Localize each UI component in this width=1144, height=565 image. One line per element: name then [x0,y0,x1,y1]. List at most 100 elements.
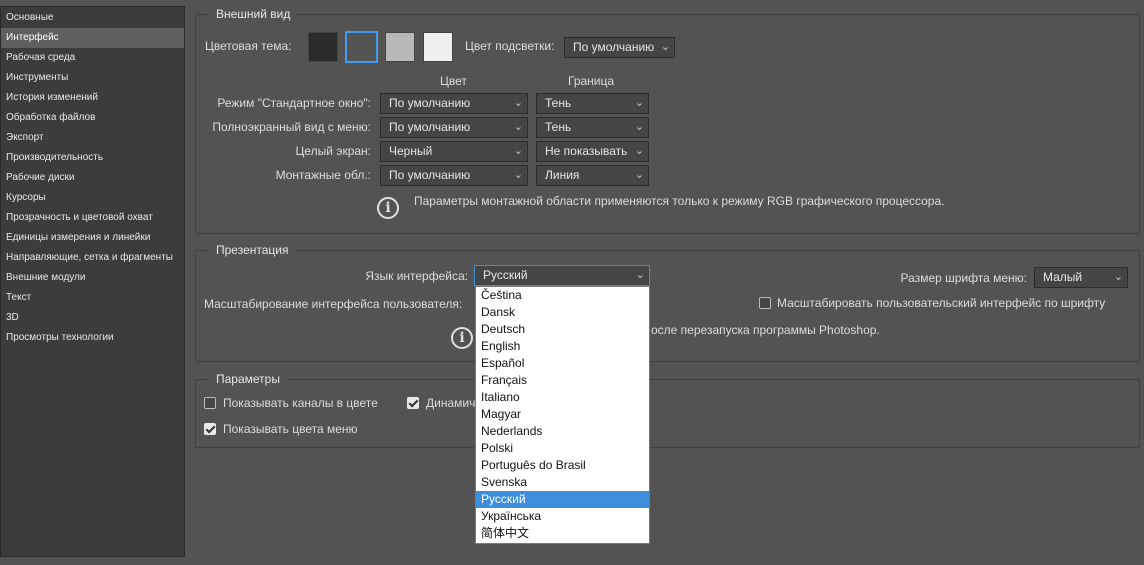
appearance-title: Внешний вид [210,6,297,22]
interface-language-label: Язык интерфейса: [365,269,468,283]
chevron-down-icon: ⌄ [635,269,645,281]
chevron-down-icon: ⌄ [1113,271,1123,283]
chevron-down-icon: ⌄ [513,169,523,181]
chevron-down-icon: ⌄ [513,97,523,109]
menu-font-size-value: Малый [1043,270,1083,284]
appearance-row-label: Полноэкранный вид с меню: [212,120,371,134]
highlight-color-value: По умолчанию [573,40,655,54]
sidebar-item[interactable]: Текст [1,288,184,308]
appearance-row-label: Монтажные обл.: [275,168,371,182]
show-menu-colors-label: Показывать цвета меню [223,422,358,436]
column-header-border: Граница [568,74,615,88]
language-dropdown-list: Čeština Dansk Deutsch English Español Françai… [475,286,650,544]
appearance-border-select[interactable]: Не показывать ⌄ [536,141,649,162]
sidebar-item[interactable]: Основные [1,8,184,28]
options-group: Параметры [195,371,1140,448]
menu-font-size-label: Размер шрифта меню: [900,271,1027,285]
color-theme-label: Цветовая тема: [205,39,292,53]
language-option[interactable]: Italiano [476,389,649,406]
show-menu-colors-checkbox[interactable] [204,423,216,435]
column-header-color: Цвет [440,74,467,88]
language-option[interactable]: English [476,338,649,355]
dynamic-checkbox[interactable] [407,397,419,409]
language-option[interactable]: Русский [476,491,649,508]
chevron-down-icon: ⌄ [634,145,644,157]
chevron-down-icon: ⌄ [513,145,523,157]
language-option[interactable]: Svenska [476,474,649,491]
appearance-color-select-value: По умолчанию [389,168,471,182]
appearance-border-select-value: Линия [545,168,580,182]
ui-scaling-label: Масштабирование интерфейса пользователя: [204,297,463,311]
show-channels-in-color-checkbox[interactable] [204,397,216,409]
language-option[interactable]: Polski [476,440,649,457]
sidebar-item[interactable]: Рабочая среда [1,48,184,68]
sidebar-item[interactable]: Внешние модули [1,268,184,288]
color-theme-swatch[interactable] [385,32,415,62]
appearance-color-select-value: По умолчанию [389,120,471,134]
interface-language-select[interactable]: Русский ⌄ [474,265,650,286]
options-title: Параметры [210,371,286,387]
restart-info-text: осле перезапуска программы Photoshop. [651,323,880,337]
sidebar-item[interactable]: Единицы измерения и линейки [1,228,184,248]
show-channels-in-color-label: Показывать каналы в цвете [223,396,378,410]
sidebar-item[interactable]: Прозрачность и цветовой охват [1,208,184,228]
chevron-down-icon: ⌄ [513,121,523,133]
sidebar-item[interactable]: История изменений [1,88,184,108]
appearance-color-select-value: По умолчанию [389,96,471,110]
interface-language-value: Русский [483,268,528,282]
chevron-down-icon: ⌄ [634,97,644,109]
appearance-color-select-value: Черный [389,144,433,158]
highlight-color-label: Цвет подсветки: [465,39,555,53]
scale-ui-by-font-label: Масштабировать пользовательский интерфей… [777,296,1106,310]
language-option[interactable]: Deutsch [476,321,649,338]
appearance-border-select[interactable]: Тень ⌄ [536,117,649,138]
sidebar-item[interactable]: Просмотры технологии [1,328,184,348]
info-icon: i [451,327,473,349]
appearance-border-select-value: Не показывать [545,144,628,158]
appearance-border-select[interactable]: Линия ⌄ [536,165,649,186]
sidebar-item[interactable]: Интерфейс [1,28,184,48]
menu-font-size-select[interactable]: Малый ⌄ [1034,267,1128,288]
appearance-border-select-value: Тень [545,120,572,134]
appearance-color-select[interactable]: По умолчанию ⌄ [380,117,528,138]
preferences-sidebar: Основные Интерфейс Рабочая среда Инструмент… [0,6,185,557]
appearance-color-select[interactable]: По умолчанию ⌄ [380,165,528,186]
appearance-color-select[interactable]: Черный ⌄ [380,141,528,162]
language-option[interactable]: 简体中文 [476,525,649,542]
language-option[interactable]: Magyar [476,406,649,423]
language-option[interactable]: Українська [476,508,649,525]
sidebar-item[interactable]: Рабочие диски [1,168,184,188]
appearance-border-select-value: Тень [545,96,572,110]
language-option[interactable]: Dansk [476,304,649,321]
artboard-info-text: Параметры монтажной области применяются … [414,194,945,208]
appearance-row-label: Режим "Стандартное окно": [217,96,371,110]
sidebar-item[interactable]: 3D [1,308,184,328]
sidebar-item[interactable]: Производительность [1,148,184,168]
checkmark-icon [408,397,419,408]
language-option[interactable]: Español [476,355,649,372]
language-option[interactable]: Português do Brasil [476,457,649,474]
color-theme-swatch[interactable] [345,31,378,63]
chevron-down-icon: ⌄ [634,121,644,133]
chevron-down-icon: ⌄ [634,169,644,181]
info-icon: i [377,197,399,219]
sidebar-item[interactable]: Экспорт [1,128,184,148]
highlight-color-select[interactable]: По умолчанию ⌄ [564,37,675,58]
dynamic-label: Динамич [426,396,476,410]
appearance-color-select[interactable]: По умолчанию ⌄ [380,93,528,114]
color-theme-swatch[interactable] [308,32,338,62]
appearance-row-label: Целый экран: [295,144,372,158]
language-option[interactable]: Nederlands [476,423,649,440]
presentation-title: Презентация [210,242,295,258]
language-option[interactable]: Français [476,372,649,389]
sidebar-item[interactable]: Инструменты [1,68,184,88]
sidebar-item[interactable]: Направляющие, сетка и фрагменты [1,248,184,268]
scale-ui-by-font-checkbox[interactable] [759,297,771,309]
sidebar-item[interactable]: Обработка файлов [1,108,184,128]
sidebar-item[interactable]: Курсоры [1,188,184,208]
checkmark-icon [205,423,216,434]
appearance-border-select[interactable]: Тень ⌄ [536,93,649,114]
chevron-down-icon: ⌄ [660,41,670,53]
color-theme-swatch[interactable] [423,32,453,62]
language-option[interactable]: Čeština [476,287,649,304]
